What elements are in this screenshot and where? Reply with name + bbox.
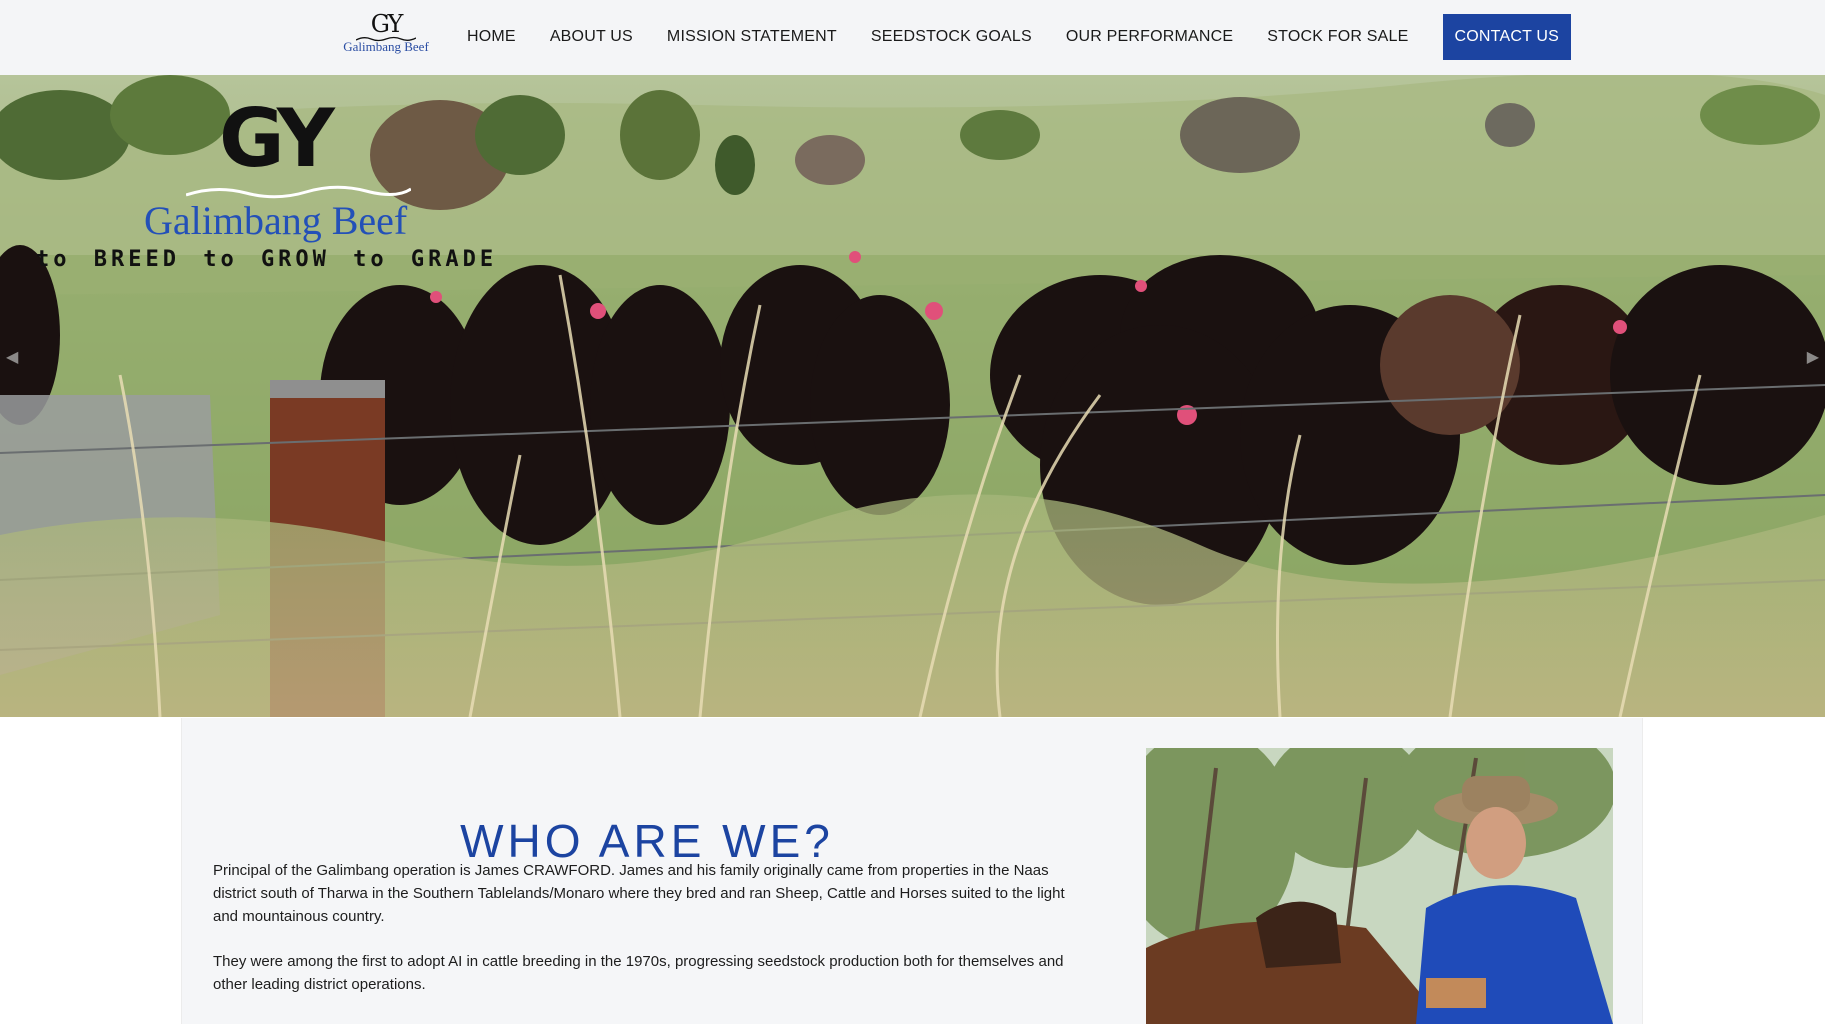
contact-us-button[interactable]: CONTACT US xyxy=(1442,14,1572,60)
nav-stock-for-sale[interactable]: STOCK FOR SALE xyxy=(1250,14,1425,60)
hero-tagline: to BREED to GROW to GRADE xyxy=(36,247,498,272)
main-nav: HOME ABOUT US MISSION STATEMENT SEEDSTOC… xyxy=(450,14,1572,60)
nav-about-us[interactable]: ABOUT US xyxy=(533,14,650,60)
who-are-we-section: WHO ARE WE? Principal of the Galimbang o… xyxy=(181,718,1643,1024)
owner-photo xyxy=(1146,748,1613,1024)
owner-with-horse-image xyxy=(1146,748,1613,1024)
slider-next-icon[interactable]: ▶ xyxy=(1807,347,1819,367)
hero-brand-logo: GY Galimbang Beef to BREED to GROW to GR… xyxy=(36,97,516,337)
hero-banner: GY Galimbang Beef to BREED to GROW to GR… xyxy=(0,75,1825,717)
hero-brand-name: Galimbang Beef xyxy=(144,198,408,243)
logo-monogram: GY xyxy=(370,10,404,38)
hero-monogram: GY xyxy=(219,92,335,185)
about-paragraph: Principal of the Galimbang operation is … xyxy=(213,862,1065,925)
nav-mission-statement[interactable]: MISSION STATEMENT xyxy=(650,14,854,60)
logo-name: Galimbang Beef xyxy=(343,39,429,54)
about-body: Principal of the Galimbang operation is … xyxy=(213,859,1093,1018)
nav-seedstock-goals[interactable]: SEEDSTOCK GOALS xyxy=(854,14,1049,60)
nav-home[interactable]: HOME xyxy=(450,14,533,60)
about-paragraph: They were among the first to adopt AI in… xyxy=(213,953,1064,993)
hero-wave-icon xyxy=(186,185,411,199)
slider-prev-icon[interactable]: ◀ xyxy=(6,347,18,367)
site-header: GY Galimbang Beef HOME ABOUT US MISSION … xyxy=(0,0,1825,76)
nav-our-performance[interactable]: OUR PERFORMANCE xyxy=(1049,14,1250,60)
header-logo[interactable]: GY Galimbang Beef xyxy=(338,12,434,62)
